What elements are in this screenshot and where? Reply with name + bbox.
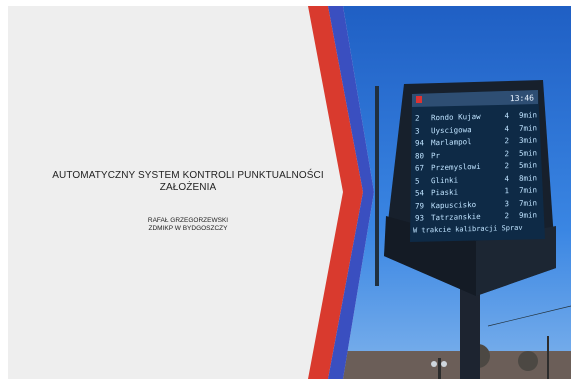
board-minutes: 3min: [518, 135, 537, 145]
slide-title: AUTOMATYCZNY SYSTEM KONTROLI PUNKTUALNOŚ…: [52, 170, 324, 181]
board-platform: 4: [504, 173, 509, 183]
author-block: RAFAŁ GRZEGORZEWSKI ZDMIKP W BYDGOSZCZY: [108, 217, 268, 233]
board-minutes: 7min: [518, 185, 537, 195]
board-platform: 2: [504, 211, 509, 221]
board-line-number: 79: [415, 200, 425, 211]
board-minutes: 5min: [518, 160, 537, 170]
board-row: 93 Tatrzanskie 2 9min: [415, 209, 539, 225]
board-line-number: 5: [415, 176, 420, 186]
board-platform: 4: [504, 111, 509, 121]
presentation-slide: 13:46 2 Rondo Kujaw 4 9min 3 Uyscigowa 4 7min 94…: [8, 6, 571, 379]
author-name: RAFAŁ GRZEGORZEWSKI: [147, 217, 229, 224]
board-minutes: 9min: [518, 110, 537, 120]
board-platform: 2: [504, 148, 509, 158]
board-platform: 4: [504, 123, 509, 133]
board-line-number: 94: [415, 138, 425, 148]
board-line-number: 93: [415, 213, 425, 223]
title-block: AUTOMATYCZNY SYSTEM KONTROLI PUNKTUALNOŚ…: [38, 170, 338, 194]
board-minutes: 7min: [518, 122, 537, 133]
board-minutes: 5min: [518, 147, 537, 158]
board-ticker: W trakcie kalibracji Sprav: [413, 223, 523, 235]
board-line-number: 80: [415, 150, 425, 161]
board-line-number: 54: [415, 188, 425, 198]
slide-subtitle: ZAŁOŻENIA: [159, 182, 217, 193]
organization-name: ZDMIKP W BYDGOSZCZY: [148, 225, 228, 232]
board-platform: 1: [504, 186, 509, 196]
board-platform: 3: [504, 198, 509, 208]
departure-board: 13:46 2 Rondo Kujaw 4 9min 3 Uyscigowa 4 7min 94…: [412, 92, 542, 243]
screenshot: 13:46 2 Rondo Kujaw 4 9min 3 Uyscigowa 4 7min 94…: [0, 0, 571, 379]
board-line-number: 3: [415, 126, 420, 136]
board-platform: 2: [504, 161, 509, 171]
board-minutes: 7min: [518, 197, 537, 208]
board-platform: 2: [504, 136, 509, 146]
board-minutes: 9min: [518, 210, 537, 220]
board-line-number: 67: [415, 163, 425, 173]
board-minutes: 8min: [518, 172, 537, 183]
board-destination: Tatrzanskie: [431, 211, 481, 223]
board-rows: 2 Rondo Kujaw 4 9min 3 Uyscigowa 4 7min 94 Marlam…: [415, 109, 539, 225]
board-clock: 13:46: [509, 93, 534, 104]
board-line-number: 2: [415, 113, 420, 123]
